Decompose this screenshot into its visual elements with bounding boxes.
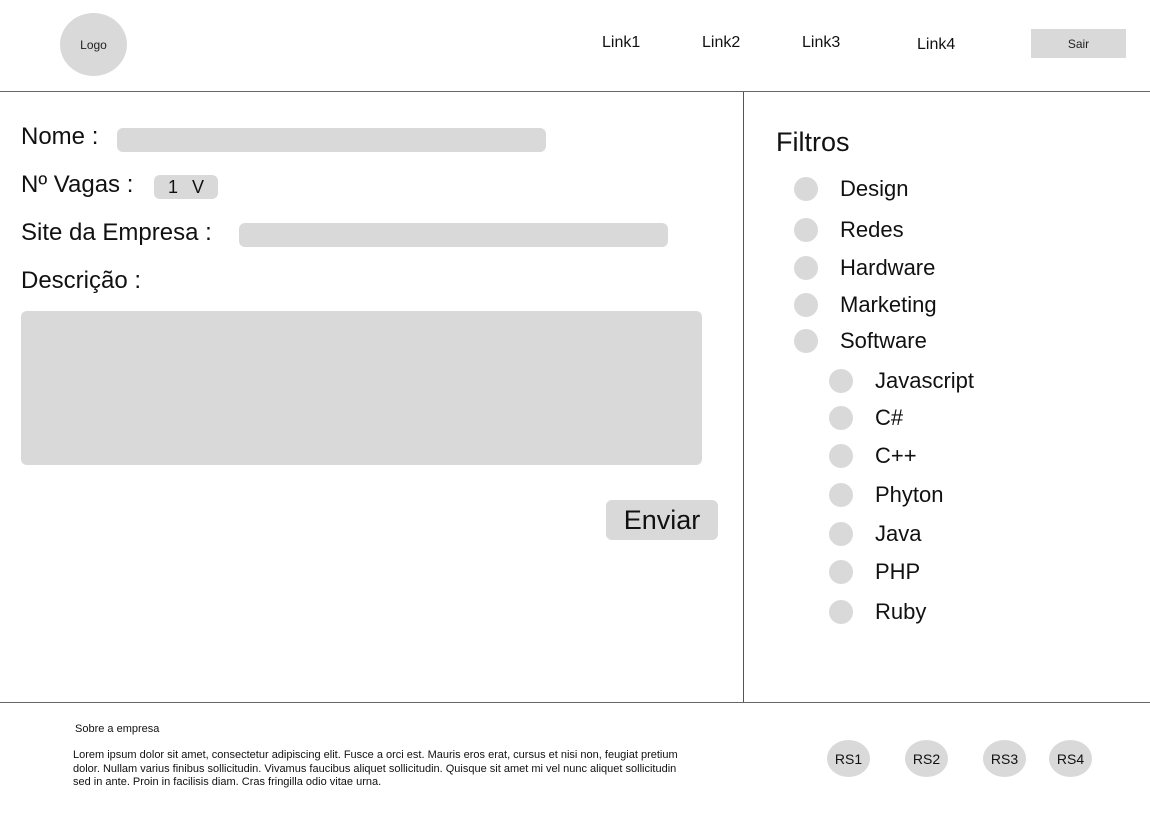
- filter-label: Software: [840, 328, 927, 353]
- filter-item-ruby[interactable]: Ruby: [829, 599, 926, 625]
- filter-item-marketing[interactable]: Marketing: [794, 292, 937, 318]
- filter-item-hardware[interactable]: Hardware: [794, 255, 935, 281]
- filter-label: Redes: [840, 217, 904, 242]
- filter-item-javascript[interactable]: Javascript: [829, 368, 974, 394]
- radio-button[interactable]: [829, 444, 853, 468]
- nav-link-1[interactable]: Link1: [602, 34, 640, 52]
- radio-button[interactable]: [829, 560, 853, 584]
- page: Logo Link1 Link2 Link3 Link4 Sair Nome :…: [0, 0, 1150, 819]
- radio-button[interactable]: [794, 329, 818, 353]
- filters-title: Filtros: [776, 127, 850, 157]
- filter-item-software[interactable]: Software: [794, 328, 927, 354]
- name-input[interactable]: [117, 128, 546, 152]
- filter-item-php[interactable]: PHP: [829, 559, 920, 585]
- radio-button[interactable]: [829, 522, 853, 546]
- footer-title: Sobre a empresa: [75, 723, 160, 735]
- filter-item-redes[interactable]: Redes: [794, 217, 904, 243]
- vagas-value: 1: [167, 176, 178, 197]
- filter-label: PHP: [875, 559, 921, 584]
- filter-item-phyton[interactable]: Phyton: [829, 482, 944, 508]
- header-divider: [0, 91, 1150, 92]
- name-label: Nome :: [21, 123, 99, 150]
- footer-text: Lorem ipsum dolor sit amet, consectetur …: [73, 749, 678, 788]
- filter-label: Marketing: [840, 292, 937, 317]
- radio-button[interactable]: [829, 406, 853, 430]
- radio-button[interactable]: [829, 600, 853, 624]
- site-label: Site da Empresa :: [21, 219, 212, 246]
- footer-divider: [0, 702, 1150, 703]
- filter-item-csharp[interactable]: C#: [829, 405, 903, 431]
- nav-link-3[interactable]: Link3: [802, 34, 840, 52]
- filter-item-design[interactable]: Design: [794, 176, 908, 202]
- radio-button[interactable]: [794, 218, 818, 242]
- filter-label: Java: [875, 521, 922, 546]
- radio-button[interactable]: [829, 483, 853, 507]
- social-link-4[interactable]: RS4: [1049, 740, 1092, 777]
- filter-label: Phyton: [875, 482, 944, 507]
- nav-link-2[interactable]: Link2: [702, 34, 740, 52]
- vagas-select[interactable]: 1 V: [154, 175, 218, 199]
- site-input[interactable]: [239, 223, 668, 247]
- logout-button[interactable]: Sair: [1031, 29, 1126, 58]
- filter-label: Design: [840, 176, 909, 201]
- filter-item-java[interactable]: Java: [829, 521, 921, 547]
- sidebar-divider: [743, 92, 744, 702]
- filter-label: Ruby: [875, 599, 927, 624]
- radio-button[interactable]: [829, 369, 853, 393]
- social-link-2[interactable]: RS2: [905, 740, 948, 777]
- description-textarea[interactable]: [21, 311, 702, 465]
- description-label: Descrição :: [21, 267, 142, 294]
- filter-label: C#: [875, 405, 904, 430]
- chevron-down-icon: V: [191, 176, 204, 197]
- radio-button[interactable]: [794, 256, 818, 280]
- filter-label: C++: [875, 443, 917, 468]
- social-link-1[interactable]: RS1: [827, 740, 870, 777]
- filter-label: Javascript: [875, 368, 975, 393]
- filter-label: Hardware: [840, 255, 936, 280]
- radio-button[interactable]: [794, 177, 818, 201]
- submit-button[interactable]: Enviar: [606, 500, 718, 540]
- social-link-3[interactable]: RS3: [983, 740, 1026, 777]
- radio-button[interactable]: [794, 293, 818, 317]
- filter-item-cpp[interactable]: C++: [829, 443, 917, 469]
- nav-link-4[interactable]: Link4: [917, 36, 955, 54]
- vagas-label: Nº Vagas :: [21, 171, 134, 198]
- logo[interactable]: Logo: [60, 13, 127, 76]
